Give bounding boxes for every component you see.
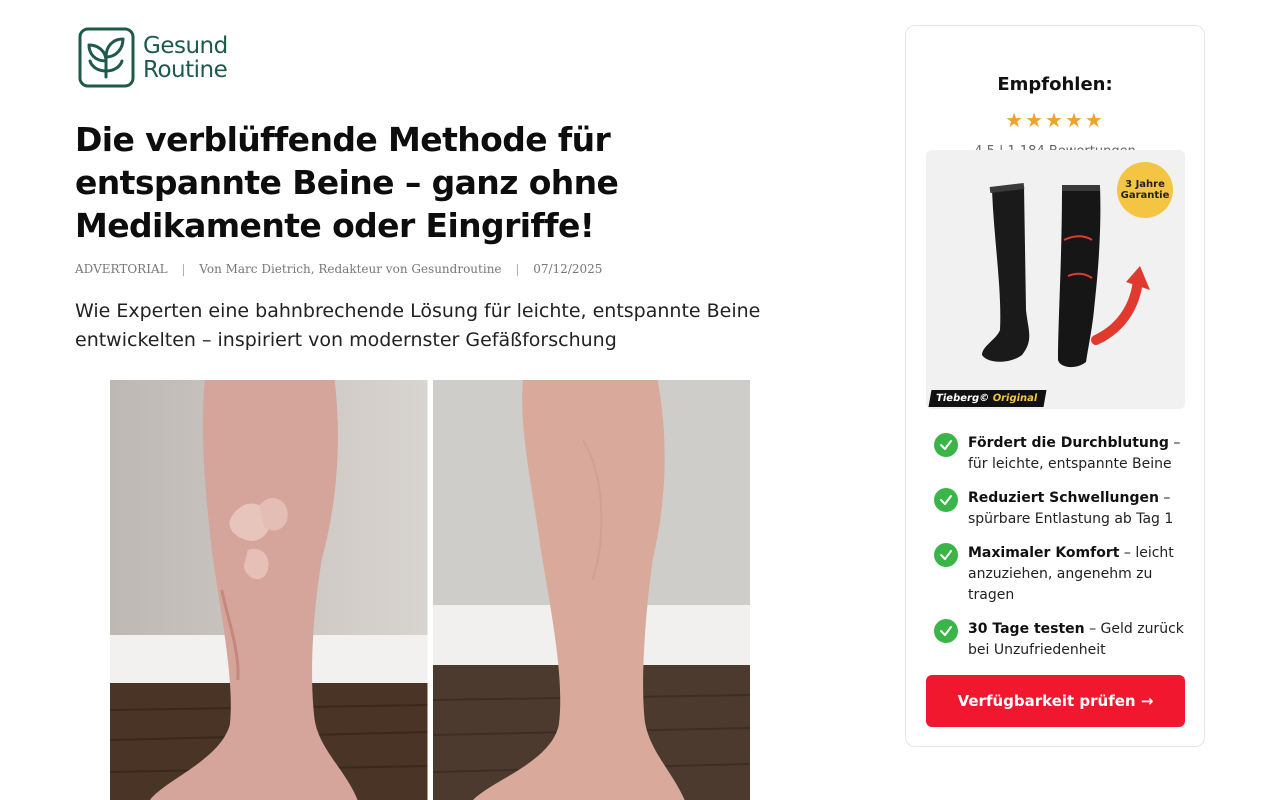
rating-stars-icon: ★★★★★ xyxy=(1005,110,1105,132)
logo-wordmark: Gesund Routine xyxy=(143,34,228,82)
list-item: Reduziert Schwellungen – spürbare Entlas… xyxy=(934,488,1190,530)
after-leg-photo xyxy=(432,380,750,800)
feature-text: Maximaler Komfort – leicht anzuziehen, a… xyxy=(968,543,1190,606)
list-item: Fördert die Durchblutung – für leichte, … xyxy=(934,433,1190,475)
recommendation-card: Empfohlen: ★★★★★ 4,5 | 1.184 Bewertungen… xyxy=(905,25,1205,747)
feature-title: Reduziert Schwellungen xyxy=(968,490,1159,506)
feature-title: 30 Tage testen xyxy=(968,621,1085,637)
byline-separator: | xyxy=(181,262,186,276)
logo-line-2: Routine xyxy=(143,56,228,83)
before-after-image xyxy=(110,380,750,800)
byline-separator: | xyxy=(515,262,520,276)
feature-title: Maximaler Komfort xyxy=(968,545,1120,561)
warranty-badge: 3 Jahre Garantie xyxy=(1117,162,1173,218)
logo-line-1: Gesund xyxy=(143,32,228,59)
checkmark-icon xyxy=(934,619,958,643)
leaf-logo-icon xyxy=(78,27,135,88)
feature-title: Fördert die Durchblutung xyxy=(968,435,1169,451)
checkmark-icon xyxy=(934,543,958,567)
article-headline: Die verblüffende Methode für entspannte … xyxy=(75,120,619,245)
card-title: Empfohlen: xyxy=(997,74,1113,95)
article-byline: ADVERTORIAL | Von Marc Dietrich, Redakte… xyxy=(75,262,602,276)
list-item: Maximaler Komfort – leicht anzuziehen, a… xyxy=(934,543,1190,606)
feature-text: Reduziert Schwellungen – spürbare Entlas… xyxy=(968,488,1190,530)
feature-list: Fördert die Durchblutung – für leichte, … xyxy=(934,433,1190,674)
product-image[interactable]: 3 Jahre Garantie Tieberg© Original xyxy=(926,150,1185,409)
before-leg-photo xyxy=(110,380,428,800)
brand-accent: Original xyxy=(991,393,1039,404)
check-availability-button[interactable]: Verfügbarkeit prüfen → xyxy=(926,675,1185,727)
checkmark-icon xyxy=(934,488,958,512)
byline-category: ADVERTORIAL xyxy=(75,262,168,276)
brand-name: Tieberg© xyxy=(935,393,991,404)
checkmark-icon xyxy=(934,433,958,457)
feature-text: Fördert die Durchblutung – für leichte, … xyxy=(968,433,1190,475)
brand-tag: Tieberg© Original xyxy=(928,390,1047,407)
byline-date: 07/12/2025 xyxy=(533,262,603,276)
list-item: 30 Tage testen – Geld zurück bei Unzufri… xyxy=(934,619,1190,661)
article-subheadline: Wie Experten eine bahnbrechende Lösung f… xyxy=(75,300,761,351)
site-logo[interactable]: Gesund Routine xyxy=(78,27,228,88)
feature-text: 30 Tage testen – Geld zurück bei Unzufri… xyxy=(968,619,1190,661)
byline-author: Von Marc Dietrich, Redakteur von Gesundr… xyxy=(199,262,502,276)
